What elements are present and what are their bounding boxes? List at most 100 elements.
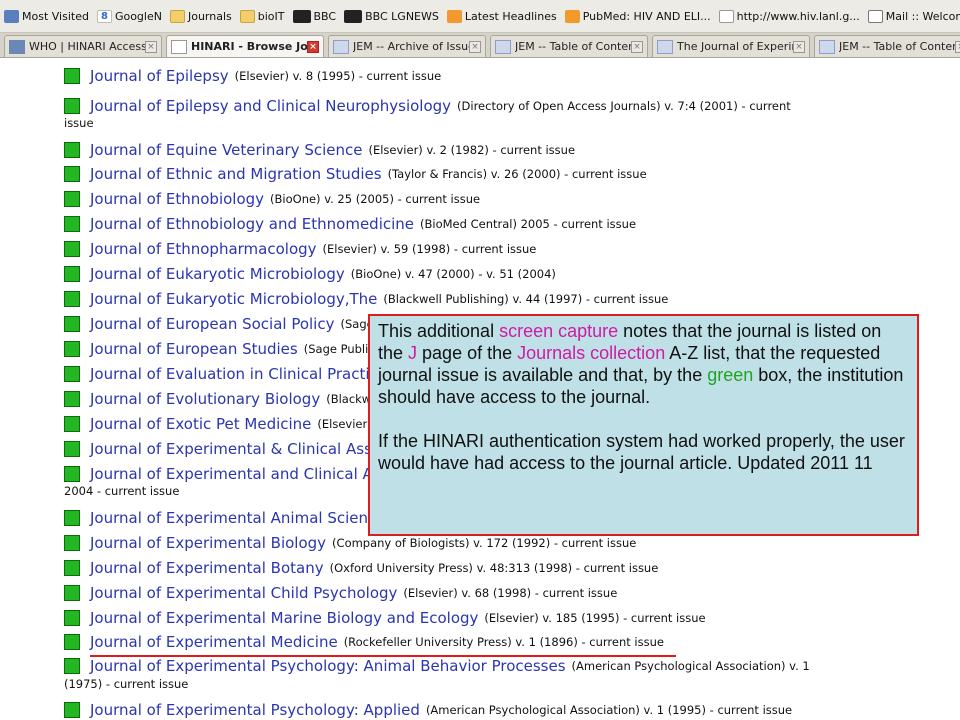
bookmark-6[interactable]: Latest Headlines [446, 9, 557, 23]
journal-details: (Blackwell Publishing) v. 44 (1997) - cu… [383, 292, 669, 306]
access-green-box-icon [64, 441, 80, 457]
bookmark-label: BBC LGNEWS [365, 9, 439, 23]
bookmark-1[interactable]: 8 GoogleN [96, 9, 162, 23]
journal-row: Journal of Exotic Pet Medicine (Elsevier) [64, 412, 372, 436]
bookmark-label: PubMed: HIV AND ELI... [582, 9, 711, 23]
journal-title-link[interactable]: Journal of European Studies [90, 340, 298, 358]
journal-title-link[interactable]: Journal of Experimental & Clinical Ass [90, 440, 372, 458]
journal-row: Journal of Experimental Medicine (Rockefe… [64, 630, 664, 654]
journal-title-link[interactable]: Journal of Experimental Botany [90, 559, 324, 577]
annotation-callout: This additional screen capture notes tha… [368, 314, 919, 536]
journal-details: (BioOne) v. 47 (2000) - v. 51 (2004) [350, 267, 556, 281]
journal-details: (Elsevier) [317, 417, 372, 431]
access-green-box-icon [64, 316, 80, 332]
tab-label: JEM -- Archive of Issues... [353, 40, 469, 53]
journal-details: (Company of Biologists) v. 172 (1992) - … [332, 536, 637, 550]
journal-title-link[interactable]: Journal of Eukaryotic Microbiology,The [90, 290, 377, 308]
callout-text-segment: Journals collection [517, 343, 666, 363]
callout-paragraph-1: This additional screen capture notes tha… [378, 320, 909, 408]
journal-title-link[interactable]: Journal of Experimental Psychology: Appl… [90, 701, 420, 719]
access-green-box-icon [64, 510, 80, 526]
bookmark-label: Journals [187, 9, 232, 23]
favicon-icon [495, 39, 511, 54]
access-green-box-icon [64, 241, 80, 257]
bookmark-label: GoogleN [114, 9, 162, 23]
browser-tab-0[interactable]: WHO | HINARI Access t...× [4, 35, 162, 57]
journal-row: Journal of Eukaryotic Microbiology,The (B… [64, 287, 668, 311]
page-icon [718, 9, 734, 23]
journal-title-link[interactable]: Journal of Ethnobiology and Ethnomedicin… [90, 215, 414, 233]
journal-row: Journal of Eukaryotic Microbiology (BioOn… [64, 262, 556, 286]
callout-text-segment: page of the [417, 343, 518, 363]
favicon-icon [171, 39, 187, 54]
journal-title-link[interactable]: Journal of Eukaryotic Microbiology [90, 265, 345, 283]
favicon-icon [657, 39, 673, 54]
tab-label: JEM -- Table of Content... [515, 40, 631, 53]
google-icon: 8 [96, 9, 112, 23]
journal-title-link[interactable]: Journal of Ethnic and Migration Studies [90, 165, 382, 183]
tab-label: WHO | HINARI Access t... [29, 40, 145, 53]
access-green-box-icon [64, 610, 80, 626]
journal-details: (Sage Publi [303, 342, 369, 356]
journal-row: Journal of Experimental Botany (Oxford Un… [64, 556, 658, 580]
close-icon[interactable]: × [631, 40, 643, 53]
journal-title-link[interactable]: Journal of Evaluation in Clinical Practi… [90, 365, 378, 383]
journal-row: Journal of Experimental & Clinical Ass [64, 437, 378, 461]
bookmark-9[interactable]: Mail :: Welcome to Ne... [867, 9, 960, 23]
journal-title-link[interactable]: Journal of Evolutionary Biology [90, 390, 320, 408]
journal-row: Journal of Experimental Animal Scienc [64, 506, 382, 530]
browser-tab-5[interactable]: JEM -- Table of Content...× [814, 35, 960, 57]
bookmark-5[interactable]: BBC LGNEWS [344, 9, 439, 23]
journal-title-link[interactable]: Journal of Epilepsy [90, 67, 229, 85]
journal-title-link[interactable]: Journal of Ethnobiology [90, 190, 264, 208]
access-green-box-icon [64, 702, 80, 718]
journal-title-link[interactable]: Journal of Ethnopharmacology [90, 240, 317, 258]
journal-title-link[interactable]: Journal of Equine Veterinary Science [90, 141, 362, 159]
journal-title-link[interactable]: Journal of Experimental Child Psychology [90, 584, 397, 602]
browser-tab-4[interactable]: The Journal of Experime...× [652, 35, 810, 57]
close-icon[interactable]: × [469, 40, 481, 53]
callout-paragraph-2: If the HINARI authentication system had … [378, 431, 905, 473]
access-green-box-icon [64, 142, 80, 158]
journal-title-link[interactable]: Journal of Experimental Marine Biology a… [90, 609, 478, 627]
callout-text-segment: screen capture [499, 321, 619, 341]
journal-row: Journal of Epilepsy and Clinical Neuroph… [64, 94, 791, 118]
bookmark-4[interactable]: BBC [292, 9, 336, 23]
access-green-box-icon [64, 68, 80, 84]
journal-details: (Elsevier) v. 2 (1982) - current issue [368, 143, 576, 157]
journal-row: Journal of European Social Policy (Sage [64, 312, 374, 336]
journal-title-link[interactable]: Journal of Experimental Biology [90, 534, 326, 552]
browser-tab-1[interactable]: HINARI - Browse Jou...× [166, 35, 324, 57]
bookmark-icon [4, 9, 19, 23]
close-icon[interactable]: × [955, 40, 960, 53]
close-icon[interactable]: × [307, 40, 319, 53]
journal-row: Journal of Evolutionary Biology (Blackw [64, 387, 371, 411]
access-green-box-icon [64, 391, 80, 407]
bookmark-0[interactable]: Most Visited [4, 9, 89, 23]
access-green-box-icon [64, 98, 80, 114]
close-icon[interactable]: × [793, 40, 805, 53]
bookmark-3[interactable]: bioIT [239, 9, 285, 23]
bookmark-8[interactable]: http://www.hiv.lanl.g... [718, 9, 860, 23]
close-icon[interactable]: × [145, 40, 157, 53]
journal-title-link[interactable]: Journal of European Social Policy [90, 315, 334, 333]
journal-title-link[interactable]: Journal of Experimental Animal Scienc [90, 509, 376, 527]
rss-icon [564, 9, 580, 23]
bookmark-7[interactable]: PubMed: HIV AND ELI... [564, 9, 711, 23]
browser-tab-3[interactable]: JEM -- Table of Content...× [490, 35, 648, 57]
access-green-box-icon [64, 366, 80, 382]
journal-title-link[interactable]: Journal of Experimental and Clinical A [90, 465, 373, 483]
bookmark-2[interactable]: Journals [169, 9, 232, 23]
journal-details: (Blackw [326, 392, 372, 406]
bookmark-label: Latest Headlines [464, 9, 557, 23]
access-green-box-icon [64, 466, 80, 482]
journal-details: (Elsevier) v. 8 (1995) - current issue [234, 69, 442, 83]
journal-title-link[interactable]: Journal of Experimental Medicine [90, 633, 338, 651]
journal-details-continuation: issue [64, 116, 94, 130]
journal-title-link[interactable]: Journal of Exotic Pet Medicine [90, 415, 311, 433]
journal-row: Journal of Experimental Child Psychology… [64, 581, 617, 605]
journal-row: Journal of Ethnic and Migration Studies (… [64, 162, 647, 186]
browser-tab-2[interactable]: JEM -- Archive of Issues...× [328, 35, 486, 57]
journal-title-link[interactable]: Journal of Experimental Psychology: Anim… [90, 657, 566, 675]
journal-title-link[interactable]: Journal of Epilepsy and Clinical Neuroph… [90, 97, 451, 115]
